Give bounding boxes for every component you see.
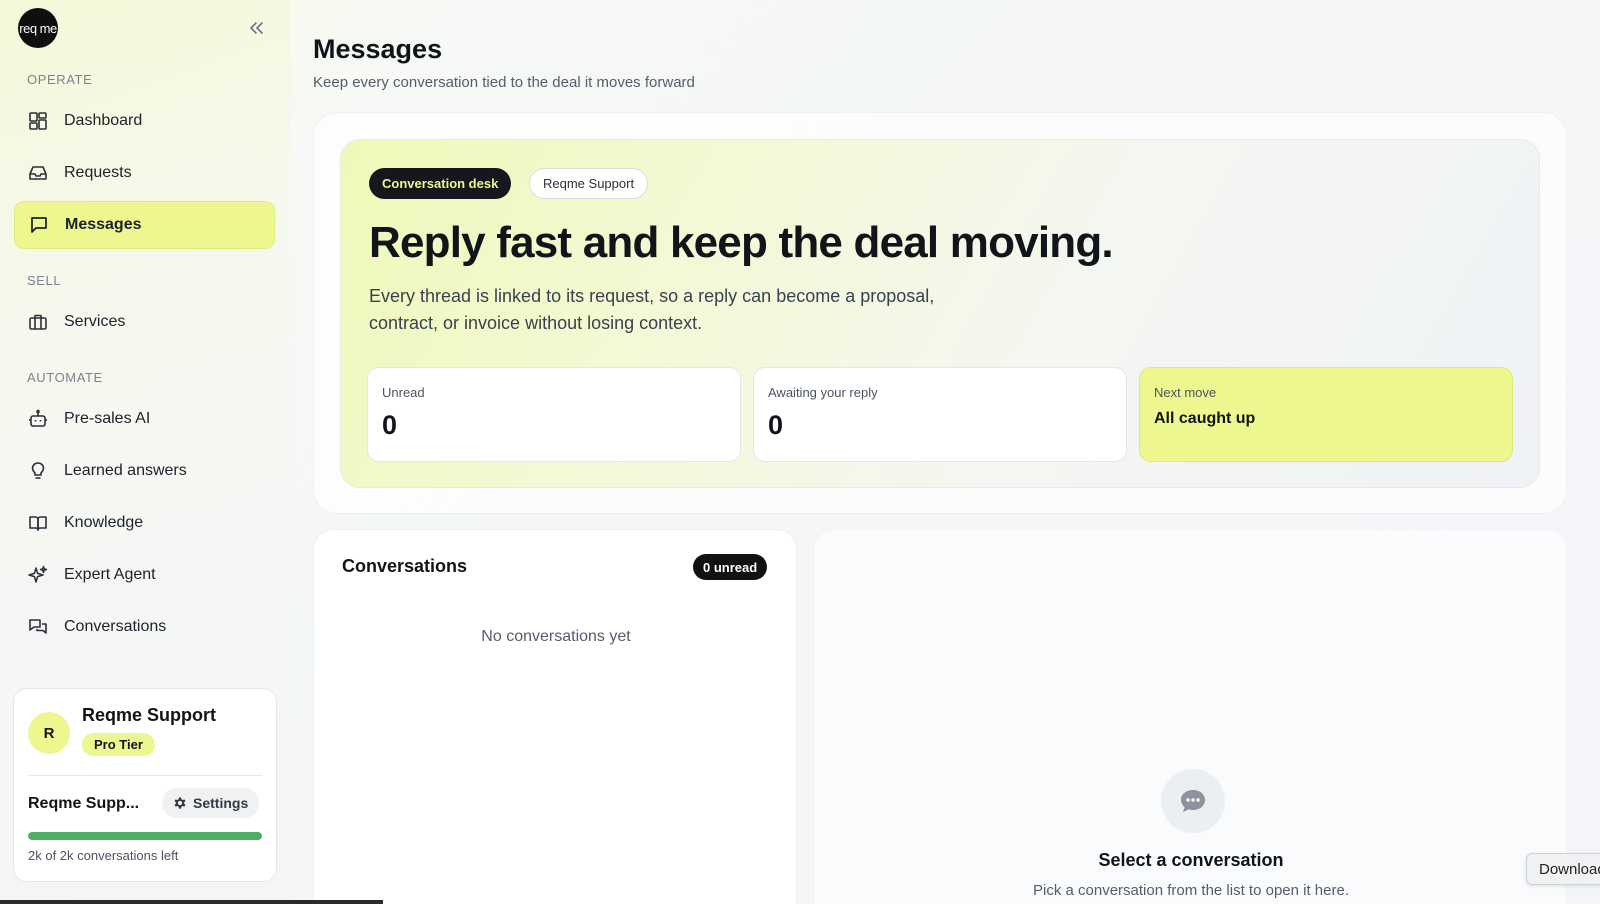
stat-label: Awaiting your reply: [768, 385, 878, 400]
inbox-icon: [27, 162, 49, 184]
sidebar-item-label: Conversations: [64, 618, 167, 635]
profile-name: Reqme Support: [82, 705, 217, 725]
empty-state-text: No conversations yet: [481, 628, 631, 645]
sidebar-item-label: Learned answers: [64, 462, 187, 479]
select-conversation-subtitle: Pick a conversation from the list to ope…: [1033, 882, 1349, 899]
select-conversation-title: Select a conversation: [1098, 850, 1284, 870]
book-icon: [27, 512, 49, 534]
bot-icon: [27, 408, 49, 430]
stat-label: Next move: [1154, 385, 1217, 400]
sidebar-item-label: Knowledge: [64, 514, 144, 531]
usage-progress-bar: [28, 832, 262, 840]
hero-description: Every thread is linked to its request, s…: [369, 286, 935, 333]
usage-progress-fill: [28, 832, 262, 840]
hero-card: Conversation desk Reqme Support Reply fa…: [340, 139, 1540, 488]
section-label-operate: OPERATE: [27, 72, 93, 87]
sidebar: req me OPERATE Dashboard Requests Messag…: [0, 0, 290, 904]
divider: [28, 775, 262, 776]
page-subtitle: Keep every conversation tied to the deal…: [313, 74, 695, 91]
page-title: Messages: [313, 34, 443, 64]
org-name: Reqme Supp...: [28, 795, 140, 812]
workspace-pill: Reqme Support: [529, 168, 649, 199]
sidebar-item-expert-agent[interactable]: Expert Agent: [14, 551, 275, 599]
download-tooltip[interactable]: Download: [1526, 853, 1600, 885]
sidebar-item-label: Requests: [64, 164, 132, 181]
sidebar-item-dashboard[interactable]: Dashboard: [14, 97, 275, 145]
dashboard-icon: [27, 110, 49, 132]
stat-value: 0: [382, 410, 398, 440]
sidebar-item-label: Pre-sales AI: [64, 410, 151, 427]
section-label-sell: SELL: [27, 273, 62, 288]
gear-icon: [174, 797, 186, 809]
section-label-automate: AUTOMATE: [27, 370, 103, 385]
stat-label: Unread: [382, 385, 425, 400]
stat-card-awaiting-reply: Awaiting your reply 0: [753, 367, 1127, 462]
settings-button[interactable]: Settings: [162, 788, 260, 818]
lightbulb-icon: [27, 460, 49, 482]
sidebar-item-label: Dashboard: [64, 112, 143, 129]
sidebar-item-services[interactable]: Services: [14, 298, 275, 346]
usage-text: 2k of 2k conversations left: [28, 848, 179, 863]
conversations-title: Conversations: [342, 556, 468, 576]
sidebar-item-label: Services: [64, 313, 126, 330]
sidebar-item-pre-sales-ai[interactable]: Pre-sales AI: [14, 395, 275, 443]
profile-card: R Reqme Support Pro Tier Reqme Supp... S…: [13, 688, 277, 882]
stat-value: All caught up: [1154, 410, 1256, 427]
chat-bubble-icon: [1161, 769, 1225, 833]
tier-badge: Pro Tier: [82, 733, 155, 756]
avatar[interactable]: R: [28, 712, 70, 754]
sidebar-item-messages[interactable]: Messages: [14, 201, 275, 249]
briefcase-icon: [27, 311, 49, 333]
collapse-sidebar-button[interactable]: [244, 16, 268, 40]
conversations-panel: Conversations 0 unread No conversations …: [313, 529, 797, 904]
stat-card-next-move: Next move All caught up: [1139, 367, 1513, 462]
sidebar-item-label: Messages: [65, 216, 142, 233]
sidebar-item-requests[interactable]: Requests: [14, 149, 275, 197]
sidebar-item-label: Expert Agent: [64, 566, 156, 583]
sidebar-item-conversations[interactable]: Conversations: [14, 603, 275, 651]
message-icon: [28, 214, 50, 236]
bottom-scroll-indicator: [0, 900, 383, 904]
stat-value: 0: [768, 410, 784, 440]
brand-logo[interactable]: req me: [18, 8, 58, 48]
stat-card-unread: Unread 0: [367, 367, 741, 462]
settings-label: Settings: [193, 795, 249, 811]
sidebar-item-knowledge[interactable]: Knowledge: [14, 499, 275, 547]
chats-icon: [27, 616, 49, 638]
double-chevron-left-icon: [250, 22, 263, 34]
conversation-detail-panel: Select a conversation Pick a conversatio…: [813, 529, 1567, 904]
sparkles-icon: [27, 564, 49, 586]
sidebar-item-learned-answers[interactable]: Learned answers: [14, 447, 275, 495]
unread-badge: 0 unread: [693, 554, 768, 580]
hero-headline: Reply fast and keep the deal moving.: [369, 218, 1114, 267]
conversation-desk-pill: Conversation desk: [369, 168, 512, 199]
